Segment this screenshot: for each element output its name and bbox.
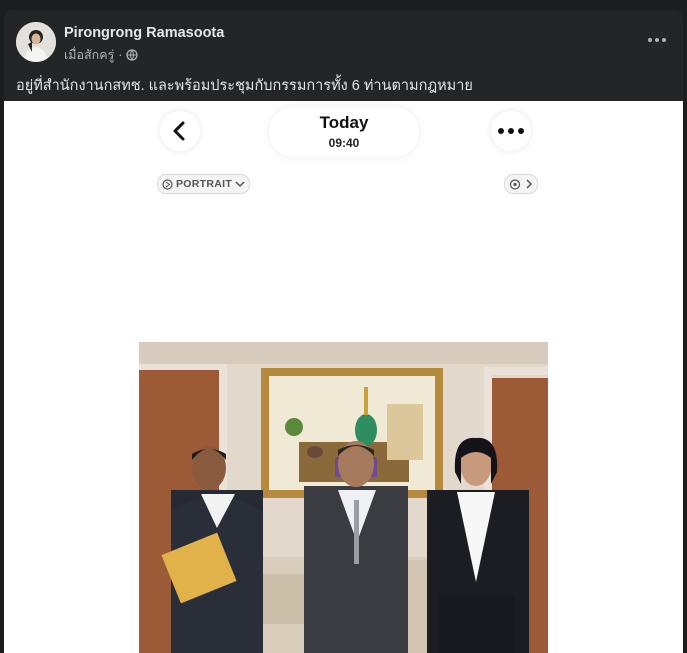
portrait-label: PORTRAIT [176, 178, 233, 190]
post-media[interactable]: Today 09:40 PORTRAIT [4, 101, 683, 653]
date-pill: Today 09:40 [269, 107, 419, 157]
chevron-down-icon [235, 181, 245, 188]
avatar[interactable] [16, 22, 56, 62]
author-name[interactable]: Pirongrong Ramasoota [64, 25, 224, 41]
ellipsis-icon [491, 111, 531, 151]
photo-info-icon [509, 178, 521, 190]
date-title: Today [319, 113, 369, 132]
post-caption: อยู่ที่สำนักงานกสทช. และพร้อมประชุมกับกร… [16, 78, 473, 94]
post-meta: เมื่อสักครู่ · [64, 45, 139, 65]
info-pill [504, 174, 538, 194]
portrait-pill: PORTRAIT [157, 174, 251, 194]
meta-separator: · [118, 48, 123, 62]
more-options-icon[interactable] [643, 30, 671, 50]
chevron-right-icon [526, 179, 533, 189]
post-card: Pirongrong Ramasoota เมื่อสักครู่ · อยู่… [4, 10, 683, 653]
post-header: Pirongrong Ramasoota เมื่อสักครู่ · [16, 22, 671, 64]
meeting-photo [139, 342, 548, 653]
globe-icon [126, 49, 139, 61]
phone-screenshot-header: Today 09:40 PORTRAIT [154, 101, 552, 201]
aperture-icon [162, 178, 173, 190]
date-time: 09:40 [328, 136, 360, 150]
post-timestamp[interactable]: เมื่อสักครู่ [64, 45, 114, 65]
chevron-left-icon [160, 111, 200, 151]
